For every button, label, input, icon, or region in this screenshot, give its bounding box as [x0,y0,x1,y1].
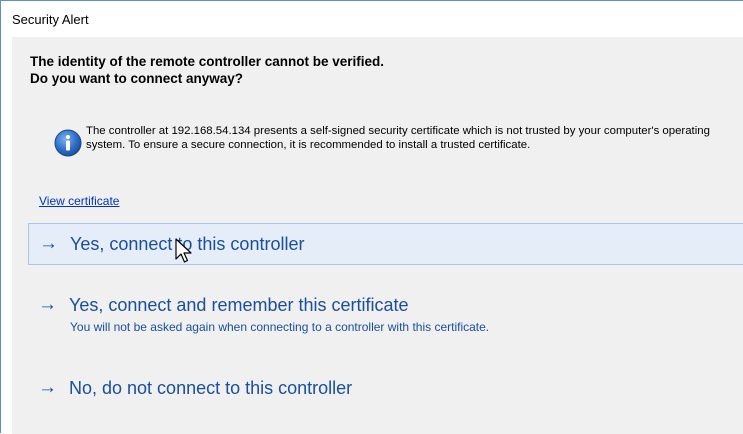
do-not-connect-button[interactable]: → No, do not connect to this controller [28,370,743,410]
connect-remember-button[interactable]: → Yes, connect and remember this certifi… [28,289,743,343]
arrow-right-icon: → [39,233,58,254]
certificate-message: The controller at 192.168.54.134 present… [86,125,710,151]
view-certificate-link[interactable]: View certificate [39,194,119,208]
dialog-content: The identity of the remote controller ca… [12,37,743,434]
mouse-cursor-icon [175,238,192,263]
security-alert-window: Security Alert The identity of the remot… [0,0,743,434]
do-not-connect-label: No, do not connect to this controller [69,378,353,398]
connect-remember-subtext: You will not be asked again when connect… [70,320,490,334]
connect-button[interactable]: → Yes, connect to this controller [28,223,743,265]
arrow-right-icon: → [38,294,57,315]
heading-line-2: Do you want to connect anyway? [30,71,244,86]
connect-remember-label: Yes, connect and remember this certifica… [69,295,409,315]
window-title: Security Alert [12,12,89,27]
arrow-right-icon: → [38,377,57,398]
title-bar[interactable]: Security Alert [1,1,743,37]
heading-line-1: The identity of the remote controller ca… [30,54,385,69]
info-icon [54,129,82,157]
dialog-heading: The identity of the remote controller ca… [30,53,384,87]
